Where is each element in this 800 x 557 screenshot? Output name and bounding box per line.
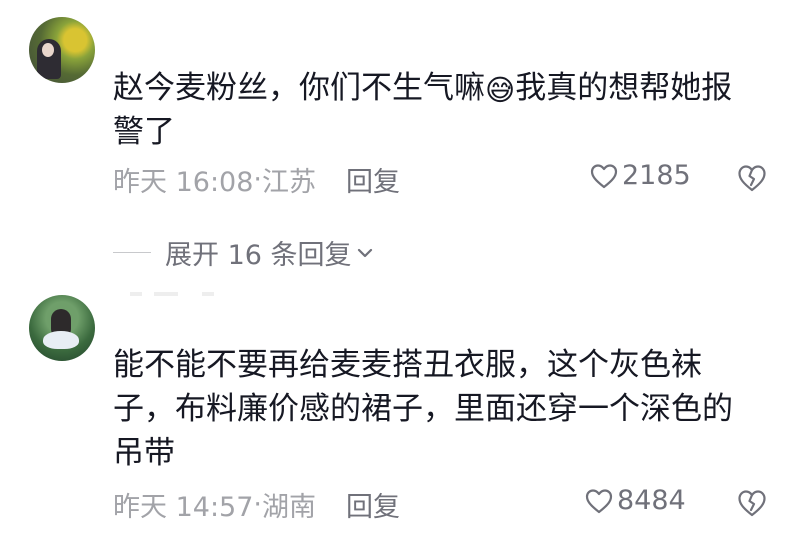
comment-meta: 昨天 16:08 · 江苏 回复 (113, 160, 400, 199)
like-button[interactable]: 8484 (585, 485, 686, 516)
comment-location: 江苏 (262, 167, 316, 198)
comment-meta: 昨天 14:57 · 湖南 回复 (113, 485, 400, 524)
like-count: 8484 (617, 485, 686, 516)
comment-text[interactable]: 赵今麦粉丝，你们不生气嘛😅我真的想帮她报警了 (113, 66, 763, 154)
emoji-sweat-smile-icon: 😅 (485, 73, 516, 107)
like-button[interactable]: 2185 (590, 160, 691, 191)
comment-time: 昨天 16:08 (113, 167, 254, 198)
reply-button[interactable]: 回复 (346, 485, 400, 524)
expand-replies-label: 展开 16 条回复 (165, 240, 352, 271)
comment-time: 昨天 14:57 (113, 492, 254, 523)
like-count: 2185 (622, 160, 691, 191)
expand-divider-line (113, 252, 151, 253)
broken-heart-icon[interactable] (737, 163, 767, 193)
comment-text[interactable]: 能不能不要再给麦麦搭丑衣服，这个灰色袜子，布料廉价感的裙子，里面还穿一个深色的吊… (113, 343, 763, 475)
avatar-dress (43, 331, 79, 349)
comment-location: 湖南 (262, 492, 316, 523)
broken-heart-icon[interactable] (737, 488, 767, 518)
comment-text-part: 赵今麦粉丝，你们不生气嘛 (113, 70, 485, 106)
heart-outline-icon (585, 488, 613, 513)
user-avatar[interactable] (29, 17, 95, 83)
location-separator: · (253, 489, 262, 520)
chevron-down-icon (357, 248, 372, 257)
reply-button[interactable]: 回复 (346, 160, 400, 199)
avatar-face (42, 43, 54, 57)
location-separator: · (253, 164, 262, 195)
heart-outline-icon (590, 163, 618, 188)
user-avatar[interactable] (29, 295, 95, 361)
divider (130, 292, 250, 296)
expand-replies-button[interactable]: 展开 16 条回复 (113, 233, 374, 272)
